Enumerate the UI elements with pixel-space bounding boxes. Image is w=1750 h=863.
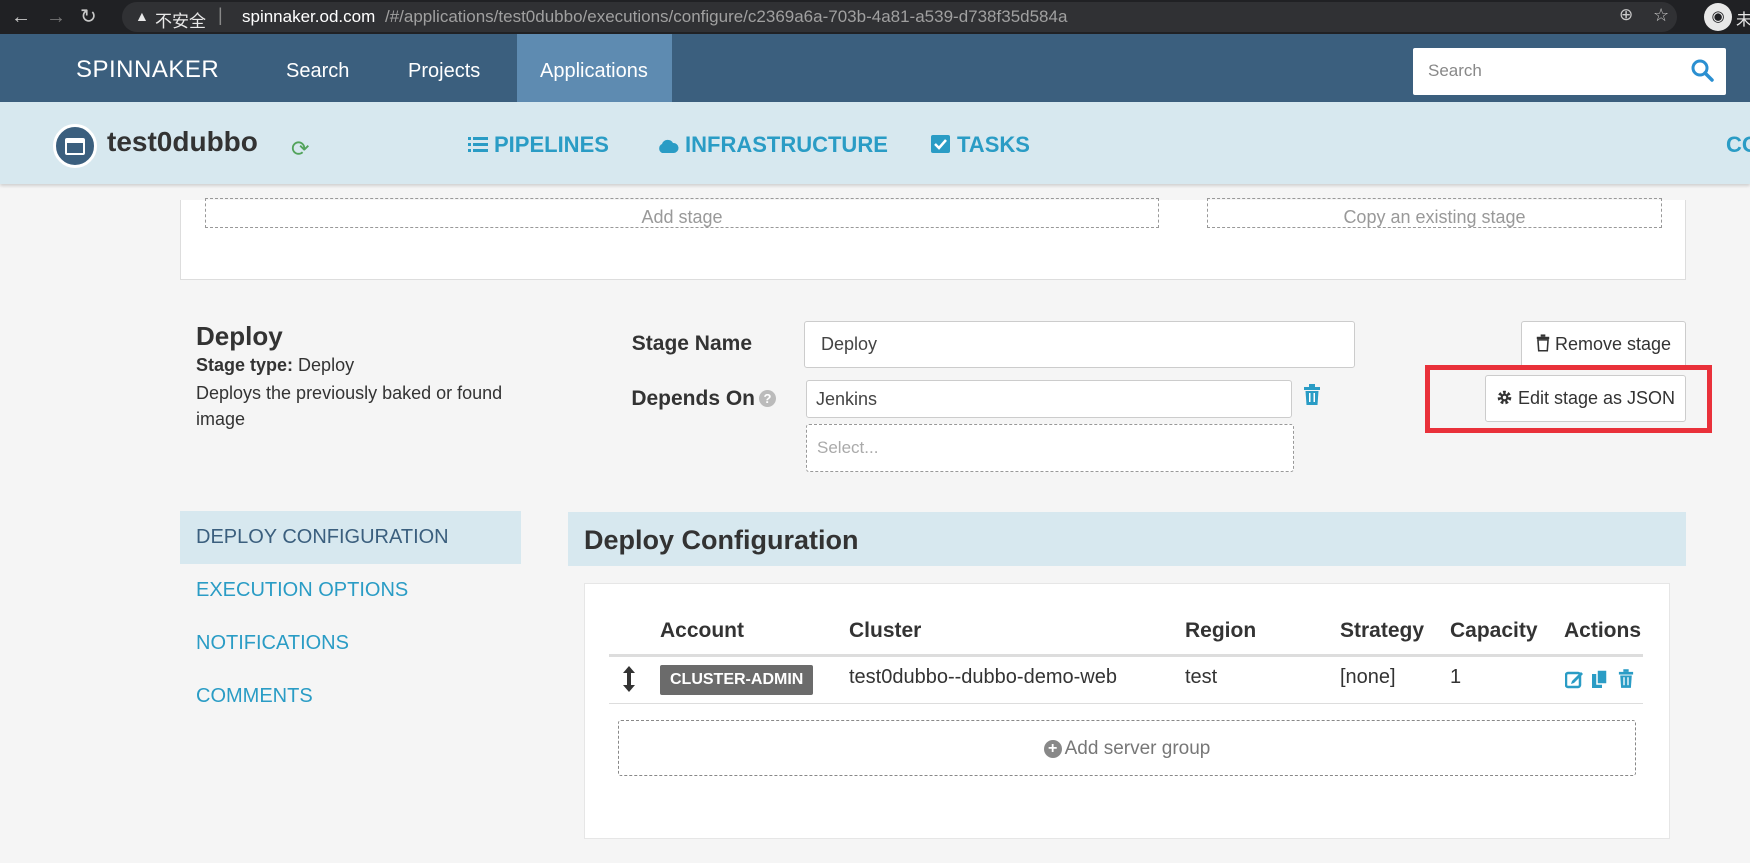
deploy-config-panel: Account Cluster Region Strategy Capacity…	[584, 583, 1670, 839]
nav-search[interactable]: Search	[263, 34, 372, 102]
nav-applications[interactable]: Applications	[517, 34, 672, 102]
col-strategy: Strategy	[1340, 619, 1425, 642]
table-header-divider	[609, 654, 1643, 657]
search-input[interactable]	[1413, 48, 1673, 93]
tab-clipped[interactable]: CO	[1726, 132, 1750, 158]
col-capacity: Capacity	[1450, 619, 1538, 642]
refresh-icon[interactable]: ⟳	[291, 136, 309, 162]
trash-icon[interactable]	[1303, 384, 1321, 406]
stage-name-field[interactable]: Deploy	[804, 321, 1355, 368]
incognito-profile-icon[interactable]: ◉	[1704, 3, 1732, 31]
url-separator: |	[218, 5, 223, 25]
col-region: Region	[1185, 619, 1257, 642]
stage-type-value: Deploy	[298, 355, 355, 375]
section-deploy-configuration[interactable]: DEPLOY CONFIGURATION	[180, 511, 521, 564]
section-execution-options[interactable]: EXECUTION OPTIONS	[180, 564, 521, 617]
depends-on-select[interactable]: Select...	[806, 424, 1294, 472]
stage-title: Deploy	[196, 321, 283, 351]
copy-stage-label: Copy an existing stage	[1343, 207, 1526, 227]
stage-type-label: Stage type:	[196, 355, 294, 375]
stage-description: Deploys the previously baked or found im…	[196, 383, 503, 429]
section-comments[interactable]: COMMENTS	[180, 670, 521, 723]
drag-handle-icon[interactable]	[622, 666, 636, 692]
application-icon	[53, 124, 97, 168]
brand-logo[interactable]: SPINNAKER	[76, 56, 219, 84]
stage-name-label: Stage Name	[631, 332, 752, 355]
tab-infrastructure-label: INFRASTRUCTURE	[685, 132, 888, 157]
search-icon[interactable]	[1690, 58, 1714, 82]
deploy-config-title: Deploy Configuration	[584, 525, 859, 555]
region-cell: test	[1185, 666, 1218, 688]
url-path: /#/applications/test0dubbo/executions/co…	[385, 7, 1068, 26]
profile-label: 未	[1736, 12, 1750, 29]
forward-icon[interactable]: →	[46, 4, 66, 30]
depends-on-tag[interactable]: Jenkins	[806, 380, 1292, 418]
col-account: Account	[660, 619, 744, 642]
stage-type: Stage type: Deploy	[196, 355, 516, 376]
bookmark-star-icon[interactable]: ☆	[1653, 5, 1669, 26]
plus-circle-icon: +	[1043, 740, 1062, 758]
highlight-box	[1425, 365, 1712, 433]
check-square-icon	[931, 135, 950, 153]
add-stage-button[interactable]: Add stage	[205, 198, 1159, 228]
tab-infrastructure[interactable]: INFRASTRUCTURE	[657, 132, 888, 158]
copy-icon[interactable]	[1591, 669, 1609, 689]
stage-summary: Deploy Stage type: Deploy Deploys the pr…	[196, 321, 516, 432]
application-name: test0dubbo	[107, 126, 258, 157]
trash-icon[interactable]	[1618, 669, 1634, 689]
col-cluster: Cluster	[849, 619, 922, 642]
deploy-config-header: Deploy Configuration	[568, 512, 1686, 566]
browser-bar: ← → ↻ ▲ 不安全 | spinnaker.od.com /#/applic…	[0, 0, 1750, 34]
zoom-icon[interactable]: ⊕	[1619, 5, 1633, 25]
add-stage-label: Add stage	[641, 207, 723, 227]
cluster-cell: test0dubbo--dubbo-demo-web	[849, 666, 1117, 688]
tab-tasks[interactable]: TASKS	[931, 132, 1030, 158]
section-notifications[interactable]: NOTIFICATIONS	[180, 617, 521, 670]
depends-on-label: Depends On?	[560, 387, 776, 411]
address-bar[interactable]: ▲ 不安全 | spinnaker.od.com /#/applications…	[122, 2, 1677, 32]
strategy-cell: [none]	[1340, 666, 1396, 688]
stage-picker-card: Add stage Copy an existing stage	[180, 198, 1686, 280]
remove-stage-button[interactable]: Remove stage	[1521, 321, 1686, 368]
trash-icon	[1536, 334, 1550, 352]
tab-pipelines-label: PIPELINES	[494, 132, 609, 157]
add-server-group-label: Add server group	[1064, 738, 1211, 759]
capacity-cell: 1	[1450, 666, 1462, 688]
url-host: spinnaker.od.com	[242, 7, 376, 26]
nav-projects[interactable]: Projects	[385, 34, 503, 102]
back-icon[interactable]: ←	[11, 4, 31, 30]
app-header: test0dubbo ⟳ PIPELINES INFRASTRUCTURE TA…	[0, 102, 1750, 184]
stage-section-nav: DEPLOY CONFIGURATION EXECUTION OPTIONS N…	[180, 511, 521, 723]
depends-on-text: Depends On	[631, 387, 755, 410]
table-row-divider	[609, 703, 1643, 704]
top-navbar: SPINNAKER Search Projects Applications	[0, 34, 1750, 102]
insecure-label: 不安全	[155, 12, 206, 31]
col-actions: Actions	[1564, 619, 1642, 642]
add-server-group-button[interactable]: + Add server group	[618, 720, 1636, 776]
list-icon	[468, 137, 488, 152]
tab-tasks-label: TASKS	[957, 132, 1030, 157]
cloud-icon	[659, 139, 679, 153]
warning-icon: ▲	[135, 8, 149, 24]
help-icon[interactable]: ?	[759, 390, 776, 407]
global-search	[1413, 48, 1726, 95]
tab-pipelines[interactable]: PIPELINES	[468, 132, 609, 158]
account-badge: CLUSTER-ADMIN	[660, 665, 814, 695]
remove-stage-label: Remove stage	[1554, 334, 1672, 354]
edit-icon[interactable]	[1565, 670, 1584, 689]
reload-icon[interactable]: ↻	[80, 4, 97, 30]
copy-stage-button[interactable]: Copy an existing stage	[1207, 198, 1662, 228]
